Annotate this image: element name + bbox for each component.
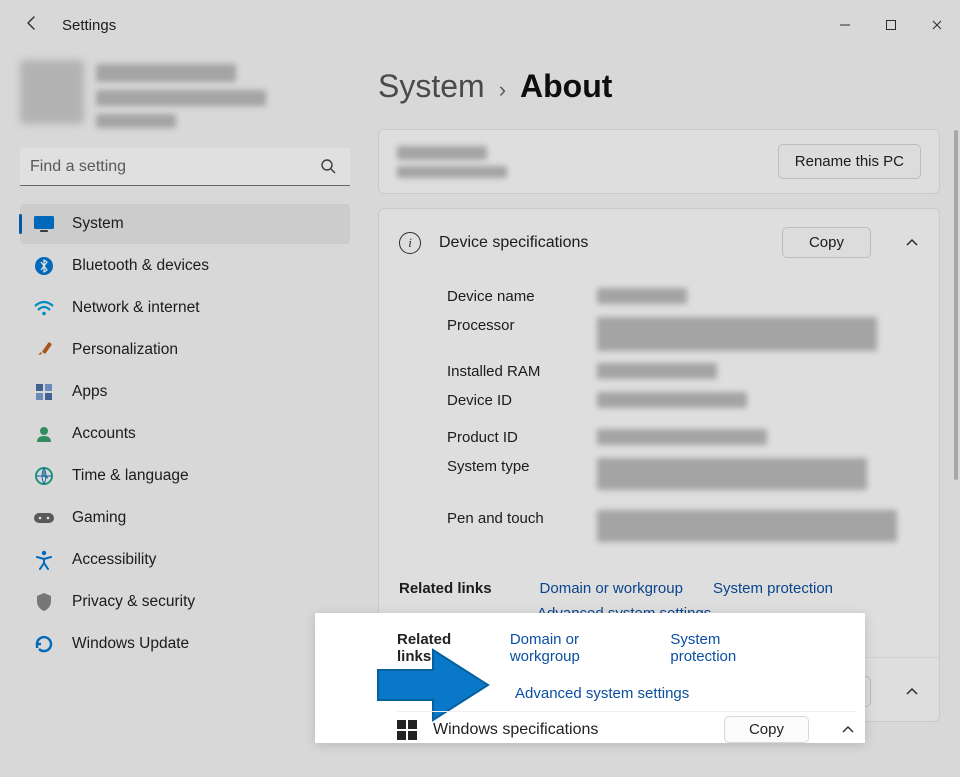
scrollbar[interactable] xyxy=(954,130,958,480)
nav-label: Accessibility xyxy=(72,551,156,569)
nav-label: Accounts xyxy=(72,425,136,443)
nav-label: Windows Update xyxy=(72,635,189,653)
nav-item-accounts[interactable]: Accounts xyxy=(20,414,350,454)
link-domain-workgroup[interactable]: Domain or workgroup xyxy=(510,631,645,665)
privacy-icon xyxy=(30,591,58,613)
gaming-icon xyxy=(30,507,58,529)
spec-label-device-name: Device name xyxy=(447,288,567,305)
maximize-button[interactable] xyxy=(868,9,914,41)
spec-value-redacted xyxy=(597,458,867,490)
related-links-title: Related links xyxy=(399,580,492,597)
spec-value-redacted xyxy=(597,429,767,445)
bluetooth-icon xyxy=(30,255,58,277)
copy-device-spec-button[interactable]: Copy xyxy=(782,227,871,258)
spec-label-ram: Installed RAM xyxy=(447,363,567,380)
nav-item-system[interactable]: System xyxy=(20,204,350,244)
nav-item-bluetooth[interactable]: Bluetooth & devices xyxy=(20,246,350,286)
spec-value-redacted xyxy=(597,510,897,542)
time-language-icon xyxy=(30,465,58,487)
spec-value-redacted xyxy=(597,288,687,304)
avatar xyxy=(20,60,84,124)
accessibility-icon xyxy=(30,549,58,571)
nav-label: Gaming xyxy=(72,509,126,527)
nav-item-windows-update[interactable]: Windows Update xyxy=(20,624,350,664)
search-input[interactable] xyxy=(20,148,350,186)
spec-value-redacted xyxy=(597,363,717,379)
spec-label-system-type: System type xyxy=(447,458,567,475)
spec-label-product-id: Product ID xyxy=(447,429,567,446)
nav-label: System xyxy=(72,215,124,233)
chevron-right-icon: › xyxy=(499,77,506,103)
nav-label: Time & language xyxy=(72,467,189,485)
search-icon xyxy=(320,158,336,178)
titlebar: Settings xyxy=(0,0,960,50)
nav-item-accessibility[interactable]: Accessibility xyxy=(20,540,350,580)
apps-icon xyxy=(30,381,58,403)
system-icon xyxy=(30,213,58,235)
windows-icon xyxy=(397,720,417,740)
link-advanced-system-settings[interactable]: Advanced system settings xyxy=(515,685,689,702)
chevron-up-icon[interactable] xyxy=(905,235,919,251)
breadcrumb-parent[interactable]: System xyxy=(378,68,485,105)
nav-label: Bluetooth & devices xyxy=(72,257,209,275)
accounts-icon xyxy=(30,423,58,445)
windows-spec-title: Windows specifications xyxy=(433,721,598,739)
copy-windows-spec-button[interactable]: Copy xyxy=(724,716,809,743)
window-title: Settings xyxy=(62,17,116,34)
link-system-protection[interactable]: System protection xyxy=(713,580,833,597)
nav-item-privacy[interactable]: Privacy & security xyxy=(20,582,350,622)
breadcrumb: System › About xyxy=(378,68,940,105)
chevron-up-icon[interactable] xyxy=(905,684,919,700)
minimize-button[interactable] xyxy=(822,9,868,41)
account-text-redacted xyxy=(96,60,266,128)
info-icon: i xyxy=(399,232,421,254)
spec-label-pen-touch: Pen and touch xyxy=(447,510,567,527)
rename-pc-button[interactable]: Rename this PC xyxy=(778,144,921,179)
device-spec-title: Device specifications xyxy=(439,234,588,252)
account-block[interactable] xyxy=(20,60,350,128)
nav-item-personalization[interactable]: Personalization xyxy=(20,330,350,370)
link-system-protection[interactable]: System protection xyxy=(670,631,783,665)
nav-label: Apps xyxy=(72,383,107,401)
nav-label: Privacy & security xyxy=(72,593,195,611)
breadcrumb-current: About xyxy=(520,68,612,105)
spec-value-redacted xyxy=(597,317,877,351)
sidebar: System Bluetooth & devices Network & int… xyxy=(20,60,350,664)
windows-update-icon xyxy=(30,633,58,655)
nav-list: System Bluetooth & devices Network & int… xyxy=(20,204,350,664)
nav-item-apps[interactable]: Apps xyxy=(20,372,350,412)
nav-label: Network & internet xyxy=(72,299,200,317)
close-button[interactable] xyxy=(914,9,960,41)
chevron-up-icon[interactable] xyxy=(841,722,855,738)
pc-name-redacted xyxy=(397,146,507,178)
personalization-icon xyxy=(30,339,58,361)
network-icon xyxy=(30,297,58,319)
annotation-highlight-zone: Related links Domain or workgroup System… xyxy=(315,613,865,743)
spec-label-device-id: Device ID xyxy=(447,392,567,409)
link-domain-workgroup[interactable]: Domain or workgroup xyxy=(540,580,683,597)
nav-item-network[interactable]: Network & internet xyxy=(20,288,350,328)
spec-value-redacted xyxy=(597,392,747,408)
back-button[interactable] xyxy=(12,15,52,36)
nav-item-gaming[interactable]: Gaming xyxy=(20,498,350,538)
nav-item-time-language[interactable]: Time & language xyxy=(20,456,350,496)
nav-label: Personalization xyxy=(72,341,178,359)
pc-name-card: Rename this PC xyxy=(378,129,940,194)
spec-label-processor: Processor xyxy=(447,317,567,334)
